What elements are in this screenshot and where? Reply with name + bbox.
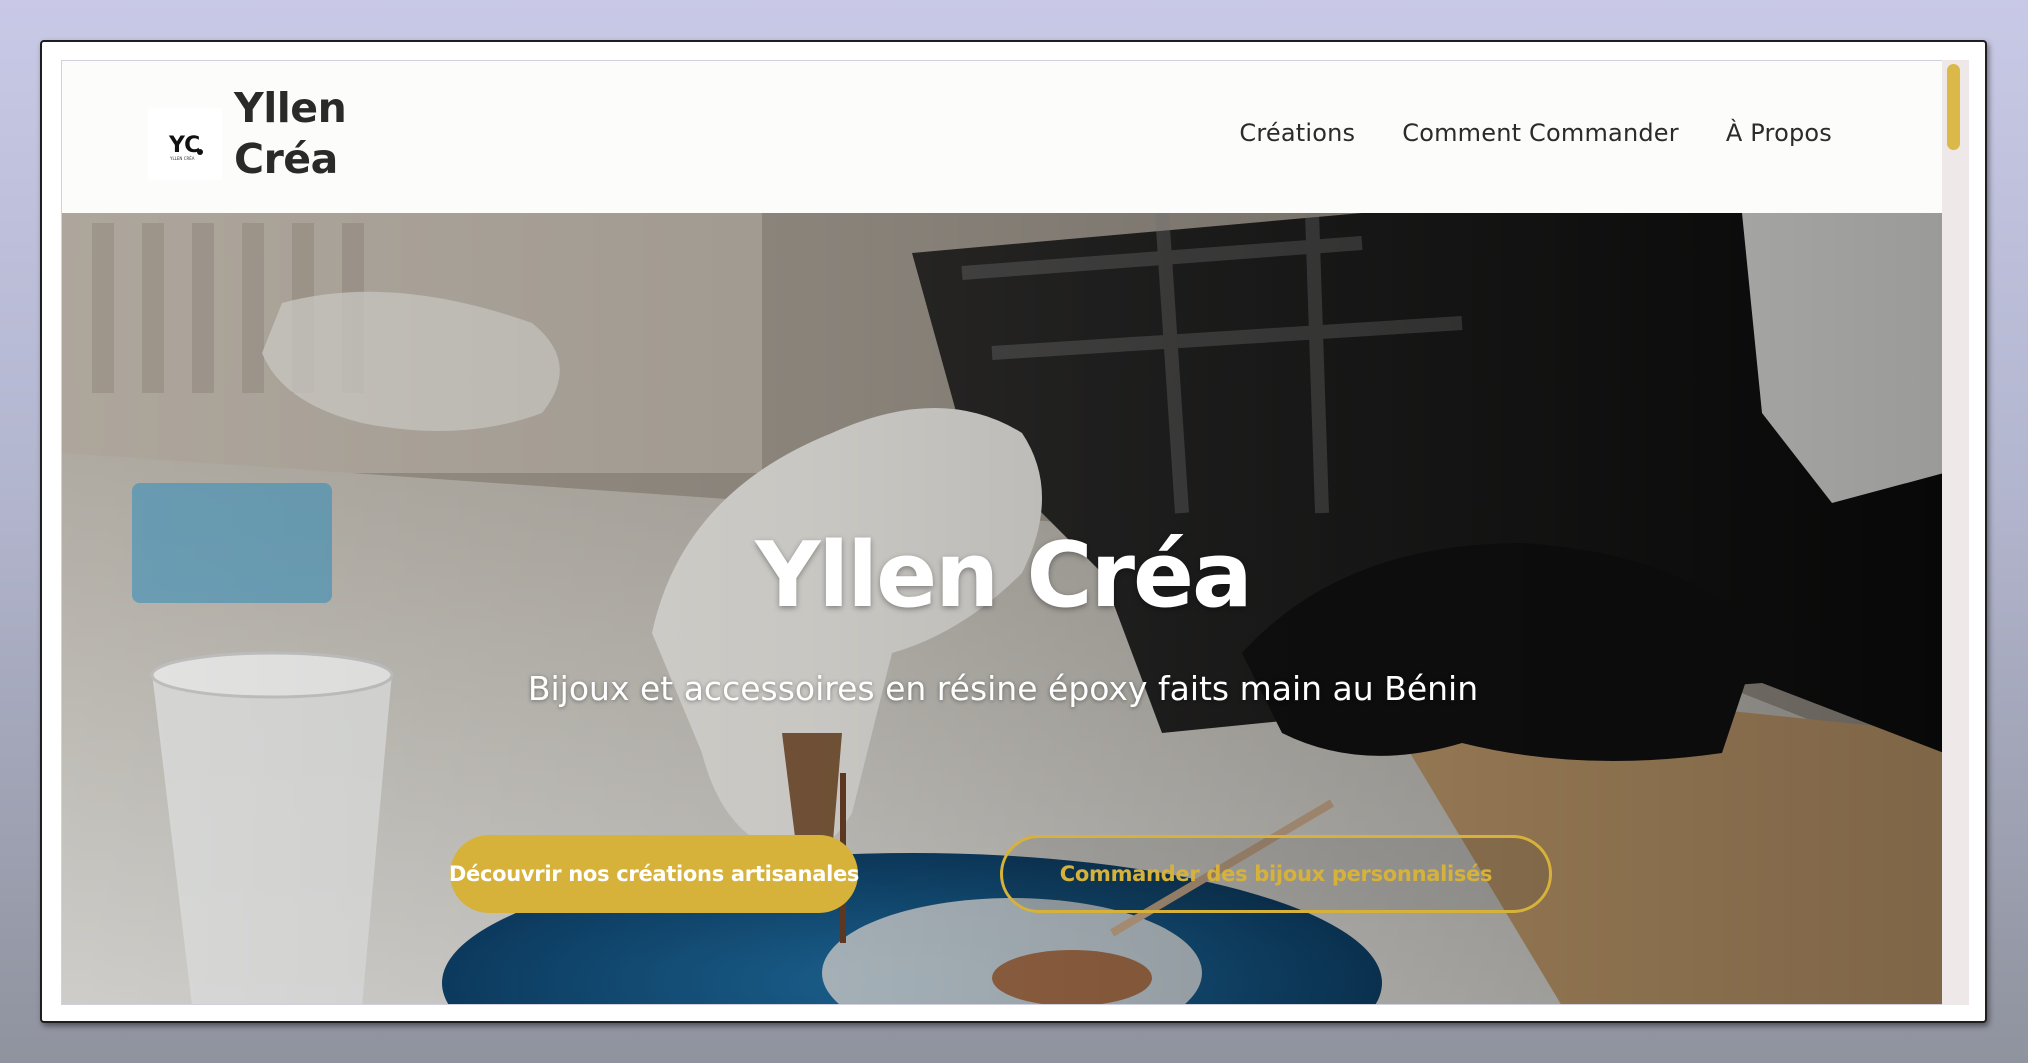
nav-item-creations[interactable]: Créations xyxy=(1239,119,1355,147)
hero-section: Yllen Créa Bijoux et accessoires en rési… xyxy=(62,213,1942,1004)
svg-text:YC: YC xyxy=(168,133,200,158)
logo-icon: YC YLLEN CRÉA xyxy=(168,133,203,161)
site-title-line1: Yllen xyxy=(234,84,347,132)
site-logo[interactable]: YC YLLEN CRÉA xyxy=(148,108,222,180)
main-nav: Créations Comment Commander À Propos xyxy=(1239,119,1832,147)
hero-title: Yllen Créa xyxy=(755,523,1253,628)
nav-item-comment-commander[interactable]: Comment Commander xyxy=(1402,119,1679,147)
site-title[interactable]: Yllen Créa xyxy=(234,83,394,185)
scrollbar-thumb[interactable] xyxy=(1947,64,1960,150)
site-title-line2: Créa xyxy=(234,135,338,183)
site-header: YC YLLEN CRÉA Yllen Créa Créations Comme… xyxy=(62,61,1942,213)
page-viewport: YC YLLEN CRÉA Yllen Créa Créations Comme… xyxy=(61,60,1943,1005)
order-custom-jewelry-button[interactable]: Commander des bijoux personnalisés xyxy=(1000,835,1552,913)
nav-item-a-propos[interactable]: À Propos xyxy=(1726,119,1832,147)
hero-subtitle: Bijoux et accessoires en résine époxy fa… xyxy=(527,669,1479,708)
browser-window: YC YLLEN CRÉA Yllen Créa Créations Comme… xyxy=(40,40,1987,1023)
svg-text:YLLEN CRÉA: YLLEN CRÉA xyxy=(169,156,195,161)
page-scrollbar[interactable] xyxy=(1942,60,1969,1005)
discover-creations-button[interactable]: Découvrir nos créations artisanales xyxy=(449,835,859,913)
